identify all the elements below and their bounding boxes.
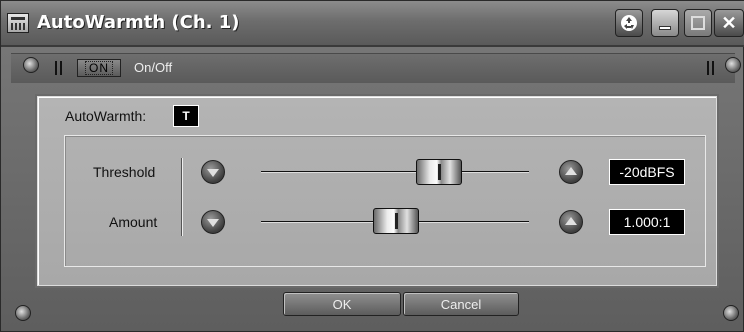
window-title: AutoWarmth (Ch. 1) (37, 12, 240, 33)
arrow-up-icon (565, 167, 577, 175)
grip-handle-icon[interactable] (707, 61, 715, 75)
on-off-toggle-button[interactable]: ON (77, 59, 121, 77)
grip-handle-icon[interactable] (55, 61, 63, 75)
autowarmth-window: AutoWarmth (Ch. 1) ✕ ON On/Off AutoWarmt… (0, 0, 744, 332)
maximize-icon (691, 16, 705, 30)
parameters-group (64, 135, 706, 267)
divider (181, 158, 183, 236)
amount-value-field[interactable]: 1.000:1 (609, 209, 685, 235)
screw-icon (23, 57, 39, 73)
threshold-increase-button[interactable] (559, 160, 583, 184)
minimize-button[interactable] (651, 9, 679, 37)
threshold-label: Threshold (93, 164, 156, 180)
on-label: ON (85, 61, 113, 75)
arrow-down-icon (207, 219, 219, 227)
arrow-down-icon (207, 169, 219, 177)
ok-button[interactable]: OK (283, 292, 401, 316)
minimize-icon (659, 26, 671, 30)
amount-label: Amount (109, 214, 158, 230)
cancel-button[interactable]: Cancel (403, 292, 519, 316)
recycle-button[interactable] (615, 9, 643, 37)
maximize-button[interactable] (684, 9, 712, 37)
autowarmth-label: AutoWarmth: (65, 108, 147, 124)
amount-decrease-button[interactable] (201, 210, 225, 234)
title-bar[interactable]: AutoWarmth (Ch. 1) ✕ (1, 1, 744, 47)
threshold-decrease-button[interactable] (201, 160, 225, 184)
screw-icon (725, 57, 741, 73)
threshold-slider-thumb[interactable] (416, 159, 462, 185)
close-icon: ✕ (721, 12, 737, 33)
on-off-label: On/Off (134, 60, 173, 75)
threshold-slider-track[interactable] (261, 171, 529, 173)
autowarmth-mode-box[interactable]: T (173, 105, 199, 127)
screw-icon (15, 305, 31, 321)
recycle-icon (621, 15, 637, 31)
screw-icon (723, 305, 739, 321)
amount-increase-button[interactable] (559, 210, 583, 234)
arrow-up-icon (565, 217, 577, 225)
threshold-value-field[interactable]: -20dBFS (609, 159, 685, 185)
amount-slider-thumb[interactable] (373, 208, 419, 234)
close-button[interactable]: ✕ (714, 9, 744, 37)
app-icon (7, 13, 29, 33)
